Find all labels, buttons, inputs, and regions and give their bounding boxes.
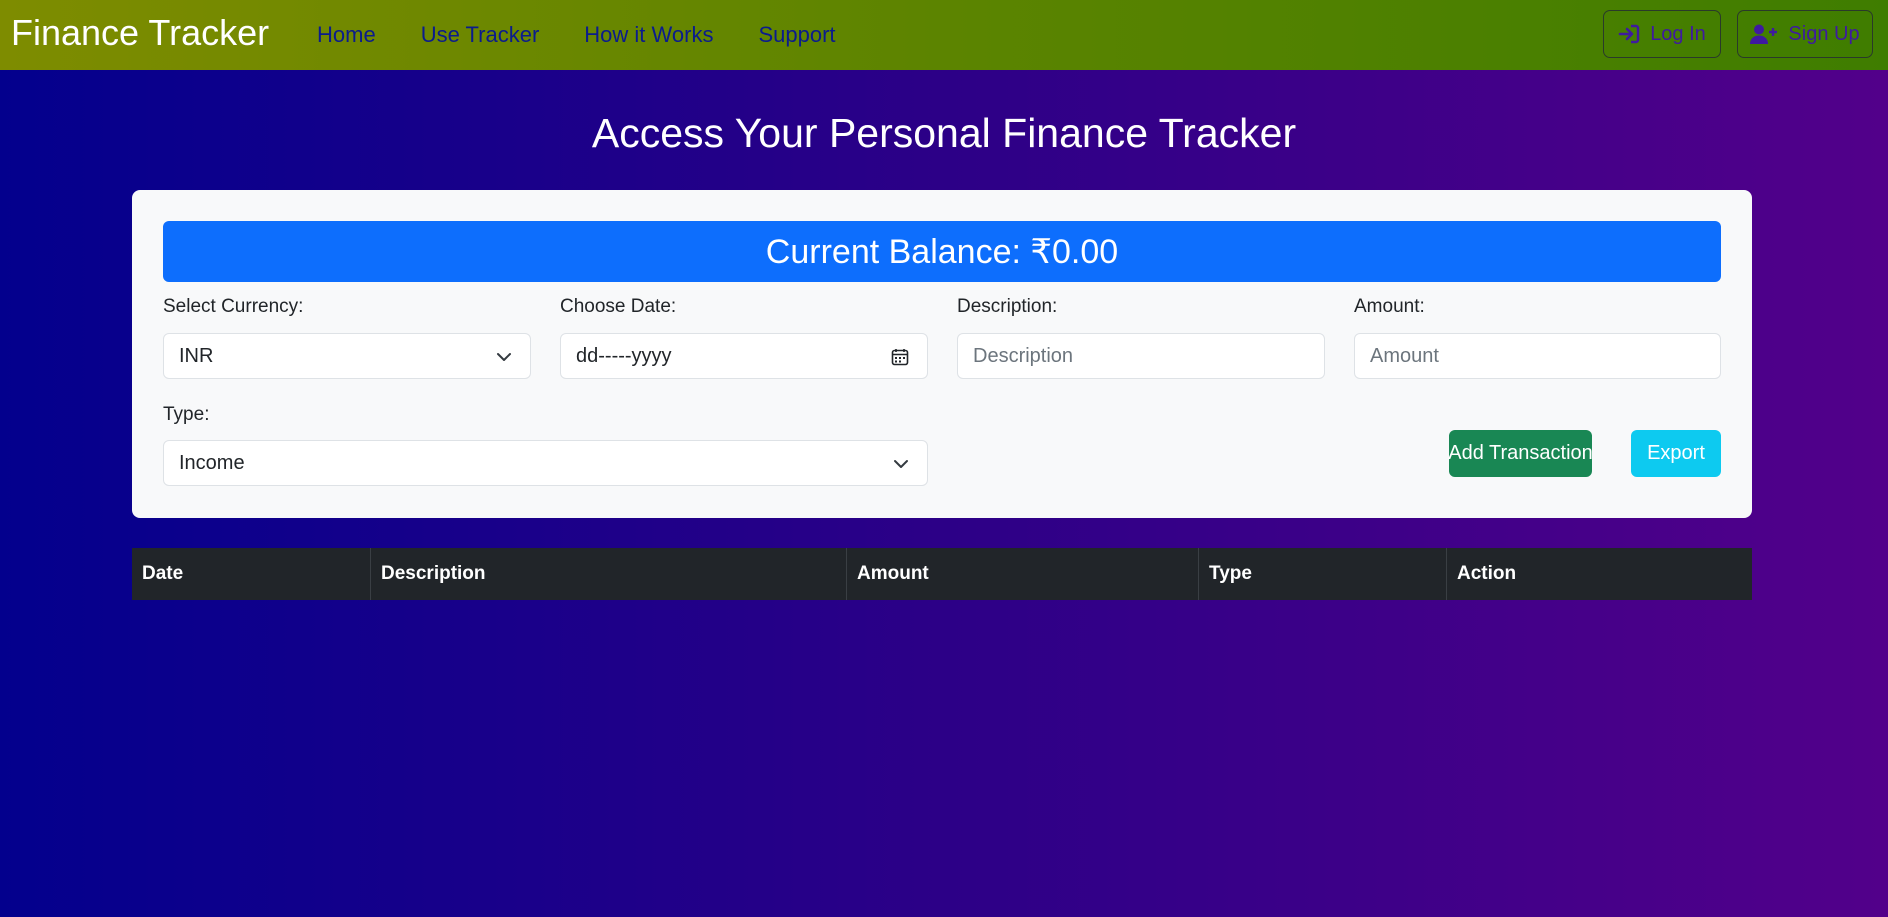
navbar: Finance Tracker Home Use Tracker How it …: [0, 0, 1888, 70]
amount-input[interactable]: [1370, 344, 1720, 368]
column-header-type: Type: [1199, 548, 1447, 600]
transactions-table-header: Date Description Amount Type Action: [132, 548, 1752, 600]
date-input[interactable]: dd-----yyyy: [560, 333, 928, 379]
signup-button[interactable]: Sign Up: [1737, 10, 1873, 58]
user-plus-icon: [1750, 24, 1778, 44]
date-label: Choose Date:: [560, 296, 677, 317]
currency-label: Select Currency:: [163, 296, 304, 317]
currency-select[interactable]: INR: [163, 333, 531, 379]
column-header-date: Date: [132, 548, 371, 600]
calendar-icon[interactable]: [891, 348, 909, 366]
column-header-description: Description: [371, 548, 847, 600]
nav-link-support[interactable]: Support: [758, 22, 835, 48]
login-button[interactable]: Log In: [1603, 10, 1721, 58]
amount-label: Amount:: [1354, 296, 1425, 317]
signup-label: Sign Up: [1788, 22, 1860, 45]
add-transaction-button[interactable]: Add Transaction: [1448, 430, 1593, 477]
chevron-down-icon: [497, 353, 511, 361]
column-header-action: Action: [1457, 563, 1517, 584]
description-field[interactable]: [957, 333, 1325, 379]
description-input[interactable]: [973, 344, 1324, 368]
currency-select-value: INR: [179, 344, 214, 367]
date-input-value: dd-----yyyy: [576, 344, 672, 367]
page-title: Access Your Personal Finance Tracker: [591, 110, 1297, 156]
brand-title[interactable]: Finance Tracker: [11, 12, 269, 54]
nav-link-how-it-works[interactable]: How it Works: [584, 22, 713, 48]
login-icon: [1618, 24, 1640, 44]
description-label: Description:: [957, 296, 1058, 317]
export-button[interactable]: Export: [1631, 430, 1721, 477]
transaction-form-card: Current Balance: ₹0.00 Select Currency: …: [132, 190, 1752, 518]
login-label: Log In: [1650, 22, 1706, 45]
nav-link-home[interactable]: Home: [317, 22, 376, 48]
type-label: Type:: [163, 404, 210, 425]
current-balance-banner: Current Balance: ₹0.00: [163, 221, 1721, 282]
type-select[interactable]: Income: [163, 440, 928, 486]
nav-link-use-tracker[interactable]: Use Tracker: [421, 22, 540, 48]
type-select-value: Income: [179, 451, 245, 474]
column-header-amount: Amount: [847, 548, 1199, 600]
chevron-down-icon: [894, 460, 908, 468]
amount-field[interactable]: [1354, 333, 1721, 379]
nav-links: Home Use Tracker How it Works Support: [317, 0, 881, 70]
